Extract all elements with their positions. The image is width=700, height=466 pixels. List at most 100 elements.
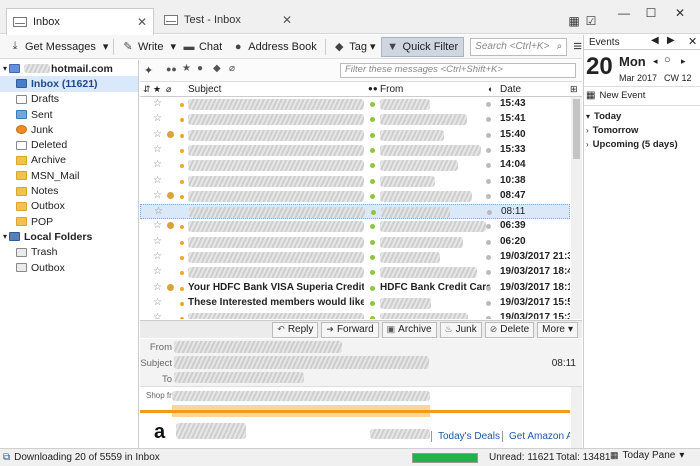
forward-button[interactable]: ➜ Forward xyxy=(321,321,379,338)
read-status-icon[interactable] xyxy=(370,255,375,260)
event-group-2[interactable]: › Upcoming (5 days) xyxy=(586,137,678,151)
read-status-icon[interactable] xyxy=(370,147,375,153)
star-icon[interactable]: ☆ xyxy=(154,206,163,217)
read-status-icon[interactable] xyxy=(370,239,375,245)
folder-5[interactable]: Archive xyxy=(0,153,138,168)
date-column[interactable]: Date xyxy=(500,84,521,95)
minimize-icon[interactable]: — xyxy=(614,6,634,20)
junk-status-icon[interactable] xyxy=(486,193,491,199)
table-row[interactable]: ☆ 08:11 xyxy=(140,204,570,220)
search-input[interactable]: Search <Ctrl+K> ⌕ xyxy=(470,37,568,56)
junk-status-icon[interactable] xyxy=(486,300,491,306)
thread-column-icon[interactable]: ⇵ xyxy=(143,84,151,95)
table-row[interactable]: ☆ 19/03/2017 21:34 xyxy=(140,250,570,265)
address-book-button[interactable]: ● Address Book xyxy=(227,37,321,57)
read-status-icon[interactable] xyxy=(370,163,375,169)
read-status-icon[interactable] xyxy=(370,132,375,138)
table-row[interactable]: ☆ Your HDFC Bank VISA Superia Credit Card… xyxy=(140,281,570,296)
star-icon[interactable]: ☆ xyxy=(153,251,162,262)
table-row[interactable]: ☆ 19/03/2017 15:33 xyxy=(140,311,570,319)
read-status-icon[interactable] xyxy=(370,178,375,184)
read-status-icon[interactable] xyxy=(370,193,375,199)
prev-view-icon[interactable]: ◀ xyxy=(651,35,659,46)
delete-button[interactable]: ⊘ Delete xyxy=(484,321,535,338)
junk-status-icon[interactable] xyxy=(486,132,491,138)
star-icon[interactable]: ☆ xyxy=(153,98,162,109)
reply-button[interactable]: ↶ Reply xyxy=(272,321,319,338)
todays-deals-link[interactable]: Today's Deals xyxy=(431,431,500,442)
column-picker-icon[interactable]: ⊞ xyxy=(570,84,578,95)
unread-filter-icon[interactable]: ●● xyxy=(166,64,177,74)
pin-icon[interactable]: ✦ xyxy=(144,64,153,77)
folder-6[interactable]: MSN_Mail xyxy=(0,168,138,183)
local-folder-0[interactable]: Trash xyxy=(0,245,138,260)
table-row[interactable]: ☆ 08:47 xyxy=(140,189,570,204)
star-column-icon[interactable]: ★ xyxy=(153,84,161,95)
table-row[interactable]: ☆ 15:41 xyxy=(140,112,570,127)
table-row[interactable]: ☆ 15:43 xyxy=(140,97,570,112)
get-messages-button[interactable]: ⤓ Get Messages xyxy=(4,37,101,57)
junk-status-icon[interactable] xyxy=(486,224,491,230)
local-folders-row[interactable]: ▾ Local Folders xyxy=(0,229,138,244)
list-scrollbar[interactable] xyxy=(571,97,582,319)
write-button[interactable]: ✎ Write xyxy=(117,37,168,57)
junk-status-icon[interactable] xyxy=(486,255,491,260)
account-row[interactable]: ▾ hotmail.com xyxy=(0,61,138,76)
star-icon[interactable]: ☆ xyxy=(153,236,162,247)
next-view-icon[interactable]: ▶ xyxy=(667,35,675,46)
read-status-icon[interactable] xyxy=(370,300,375,306)
event-group-1[interactable]: › Tomorrow xyxy=(586,123,678,137)
today-pane-button[interactable]: ▦ Today Pane ▾ xyxy=(610,450,684,461)
tag-button[interactable]: ◆ Tag ▾ xyxy=(328,37,380,57)
junk-status-icon[interactable] xyxy=(486,117,491,123)
junk-column-icon[interactable]: ◐ xyxy=(488,84,493,94)
tag-filter-icon[interactable]: ◆ xyxy=(213,63,221,74)
chat-button[interactable]: ▬ Chat xyxy=(178,37,227,57)
table-row[interactable]: ☆ 14:04 xyxy=(140,158,570,173)
from-column[interactable]: From xyxy=(380,84,403,95)
folder-7[interactable]: Notes xyxy=(0,183,138,198)
junk-status-icon[interactable] xyxy=(486,102,491,107)
tasks-icon[interactable]: ☑ xyxy=(581,14,601,28)
table-row[interactable]: ☆ 10:38 xyxy=(140,174,570,189)
star-icon[interactable]: ☆ xyxy=(153,312,162,319)
read-column-icon[interactable]: ●● xyxy=(368,84,378,93)
next-day-icon[interactable]: ▸ xyxy=(681,56,686,67)
junk-status-icon[interactable] xyxy=(486,163,491,169)
junk-status-icon[interactable] xyxy=(486,239,491,245)
archive-button[interactable]: ▣ Archive xyxy=(381,321,437,338)
starred-filter-icon[interactable]: ★ xyxy=(182,63,191,74)
write-dropdown[interactable]: ▾ xyxy=(168,37,178,57)
filter-messages-input[interactable]: Filter these messages <Ctrl+Shift+K> xyxy=(340,63,576,78)
star-icon[interactable]: ☆ xyxy=(153,190,162,201)
close-pane-icon[interactable]: ✕ xyxy=(688,35,697,48)
close-window-icon[interactable]: ✕ xyxy=(670,6,690,20)
star-icon[interactable]: ☆ xyxy=(153,129,162,140)
junk-button[interactable]: ♨ Junk xyxy=(439,321,482,338)
prev-day-icon[interactable]: ◂ xyxy=(653,56,658,67)
star-icon[interactable]: ☆ xyxy=(153,175,162,186)
table-row[interactable]: ☆ These Interested members would like to … xyxy=(140,296,570,311)
attachment-column-icon[interactable]: ⌀ xyxy=(166,84,171,95)
read-status-icon[interactable] xyxy=(370,316,375,319)
close-tab-icon[interactable]: ✕ xyxy=(137,15,147,29)
table-row[interactable]: ☆ 15:40 xyxy=(140,128,570,143)
event-group-0[interactable]: ▾ Today xyxy=(586,109,678,123)
read-status-icon[interactable] xyxy=(370,270,375,276)
online-icon[interactable]: ⧉ xyxy=(3,452,10,463)
star-icon[interactable]: ☆ xyxy=(153,266,162,277)
today-icon[interactable]: ○ xyxy=(664,54,671,66)
get-messages-dropdown[interactable]: ▾ xyxy=(101,37,111,57)
folder-0[interactable]: Inbox (11621) xyxy=(0,76,138,92)
quick-filter-button[interactable]: ▼ Quick Filter xyxy=(380,36,465,57)
folder-9[interactable]: POP xyxy=(0,214,138,229)
table-row[interactable]: ☆ 06:20 xyxy=(140,235,570,250)
folder-1[interactable]: Drafts xyxy=(0,92,138,107)
new-event-button[interactable]: ▦ New Event xyxy=(586,90,645,101)
junk-status-icon[interactable] xyxy=(486,178,491,184)
folder-2[interactable]: Sent xyxy=(0,107,138,122)
star-icon[interactable]: ☆ xyxy=(153,144,162,155)
subject-column[interactable]: Subject xyxy=(188,84,221,95)
get-amazon-app-link[interactable]: Get Amazon App xyxy=(502,431,570,442)
folder-8[interactable]: Outbox xyxy=(0,199,138,214)
